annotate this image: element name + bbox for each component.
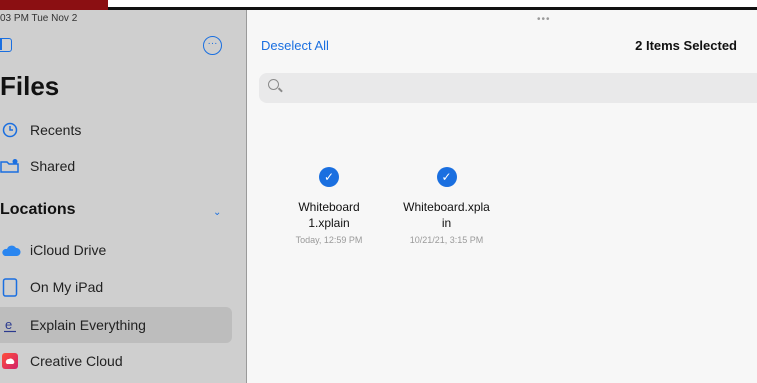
deselect-all-button[interactable]: Deselect All [261,38,329,53]
ipad-icon [2,278,18,297]
file-item-whiteboard-1[interactable]: ✓ Whiteboard 1.xplain Today, 12:59 PM [284,167,374,245]
creative-cloud-icon [2,353,18,369]
sidebar-item-creative-cloud[interactable]: Creative Cloud [0,346,123,376]
file-name-line1: Whiteboard.xpla [403,200,490,214]
sidebar-item-label: Recents [30,122,82,138]
checkmark-icon: ✓ [319,167,339,187]
sidebar-item-on-my-ipad[interactable]: On My iPad [0,272,103,302]
sidebar-toggle-icon[interactable] [0,38,12,52]
file-date: 10/21/21, 3:15 PM [409,235,484,245]
file-item-whiteboard[interactable]: ✓ Whiteboard.xpla in 10/21/21, 3:15 PM [394,167,499,245]
search-field[interactable] [259,73,757,103]
multitasking-grip-icon[interactable]: ••• [537,14,551,25]
sidebar-item-shared[interactable]: Shared [0,151,75,181]
sidebar-item-icloud[interactable]: iCloud Drive [0,235,106,265]
file-name-line2: 1.xplain [308,216,350,230]
status-time-date: 03 PM Tue Nov 2 [0,13,78,24]
red-tab [0,0,108,10]
sidebar: 03 PM Tue Nov 2 ··· Files Recents Shared… [0,10,246,383]
more-options-button[interactable]: ··· [203,36,222,55]
locations-header: Locations [0,201,76,218]
shared-folder-icon [0,159,19,173]
file-date: Today, 12:59 PM [295,235,363,245]
sidebar-item-label: Explain Everything [30,317,146,333]
sidebar-item-recents[interactable]: Recents [0,115,81,145]
sidebar-item-label: On My iPad [30,279,104,295]
search-icon [268,79,279,90]
svg-text:e: e [5,317,12,332]
file-name-line1: Whiteboard [298,200,360,214]
clock-icon [2,122,18,138]
sidebar-item-label: iCloud Drive [30,242,107,258]
checkmark-icon: ✓ [436,167,457,187]
explain-everything-icon: e [4,317,16,333]
file-name-line2: in [441,216,452,230]
file-name: Whiteboard 1.xplain [284,199,374,231]
main-pane: ••• Deselect All 2 Items Selected ✓ Whit… [247,10,757,383]
sidebar-item-label: Creative Cloud [30,353,123,369]
sidebar-item-label: Shared [30,158,76,174]
page-title: Files [0,71,60,101]
selection-count: 2 Items Selected [635,38,737,53]
file-name: Whiteboard.xpla in [394,199,499,231]
top-strip [0,0,757,10]
chevron-down-icon[interactable]: ⌄ [213,207,221,218]
cloud-icon [2,245,21,256]
sidebar-item-explain-everything[interactable]: e Explain Everything [0,310,146,340]
